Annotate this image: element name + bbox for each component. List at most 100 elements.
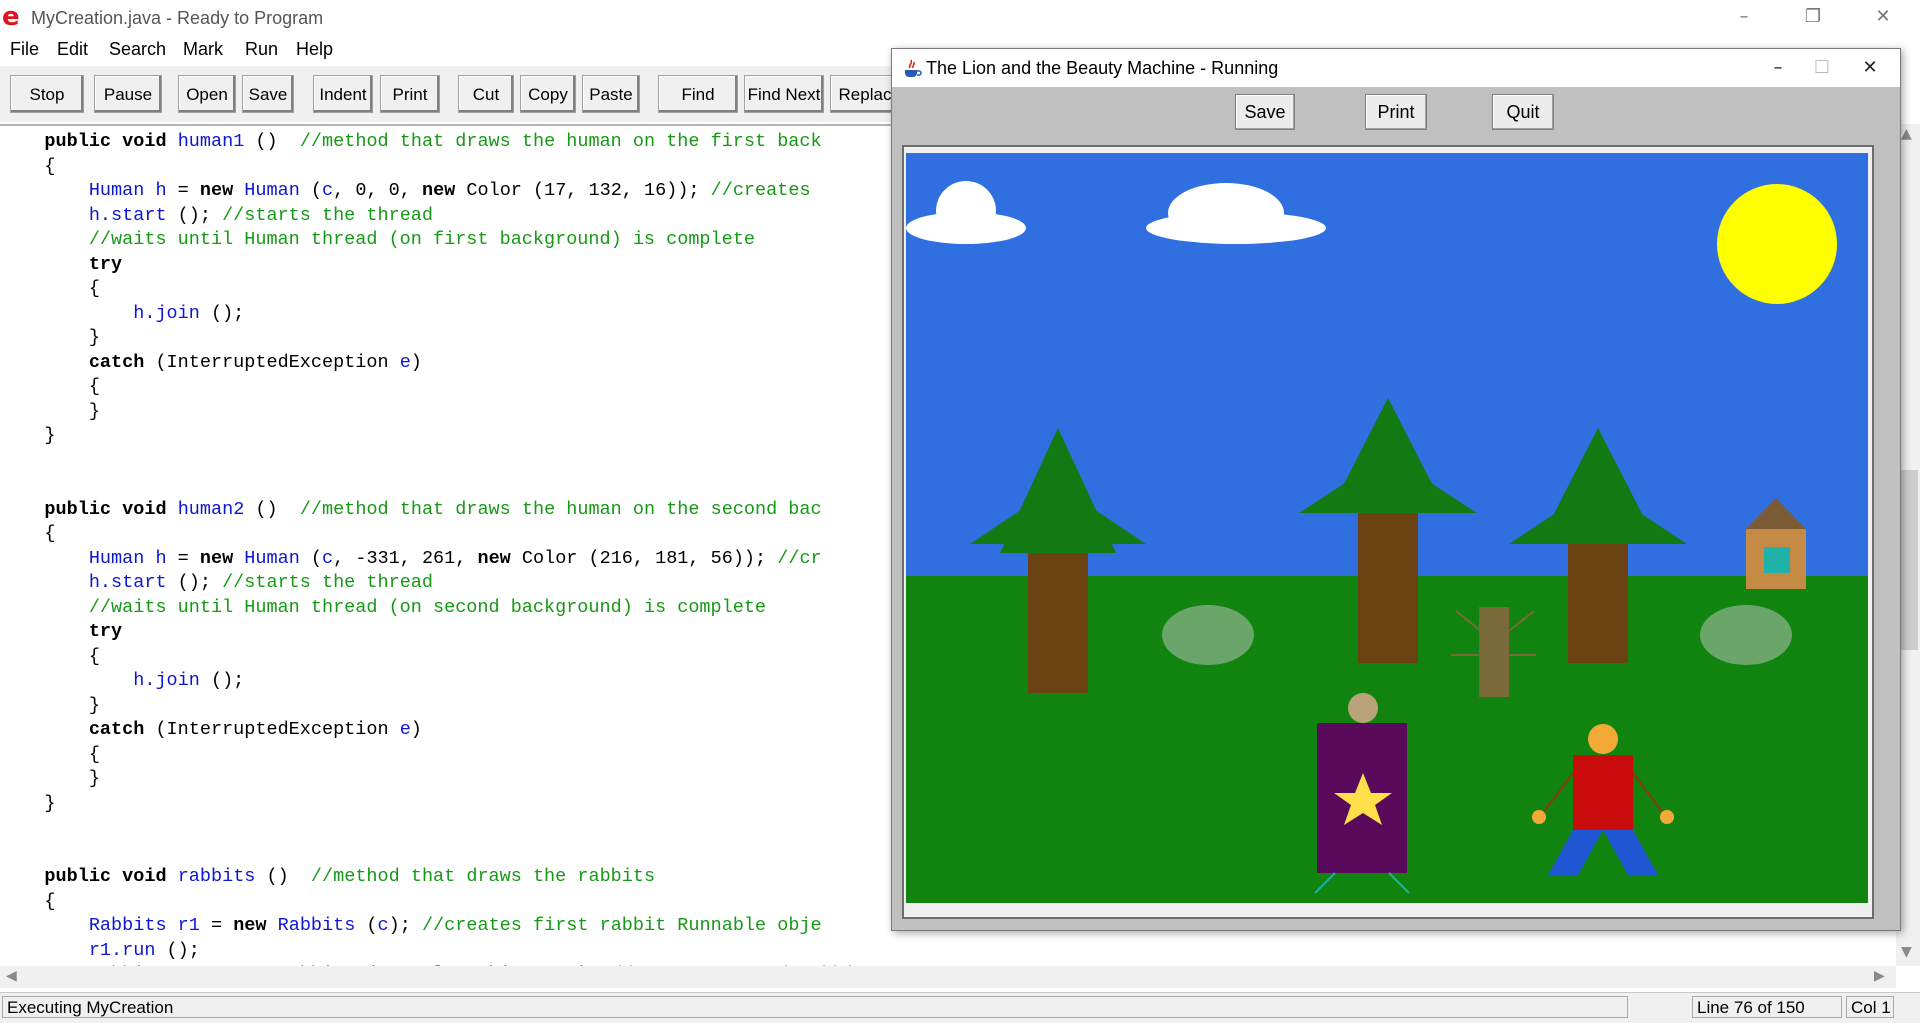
code-keyword: try [88, 253, 123, 275]
code-comment: //waits until Human thread (on second ba… [88, 596, 767, 618]
minimize-button[interactable]: – [1714, 0, 1774, 34]
code-identifier: r1 [177, 915, 200, 936]
print-button[interactable]: Print [380, 75, 440, 113]
code-line[interactable]: Human h = new Human (c, 0, 0, new Color … [0, 179, 811, 203]
code-line[interactable]: { [0, 522, 56, 546]
code-identifier: Human [88, 180, 145, 201]
code-line[interactable]: h.start (); //starts the thread [0, 204, 433, 228]
code-line[interactable]: } [0, 400, 100, 424]
code-identifier: Human [88, 547, 145, 569]
menu-file[interactable]: File [10, 39, 39, 60]
code-line[interactable]: public void human1 () //method that draw… [0, 130, 821, 154]
code-line[interactable]: { [0, 645, 100, 669]
applet-close-button[interactable]: ✕ [1842, 49, 1898, 87]
code-line[interactable]: } [0, 326, 100, 350]
code-line[interactable]: h.join (); [0, 669, 244, 693]
menu-edit[interactable]: Edit [57, 39, 88, 60]
code-keyword: new [199, 547, 234, 569]
stop-button[interactable]: Stop [10, 75, 84, 113]
code-line[interactable]: try [0, 253, 122, 277]
paste-button[interactable]: Paste [582, 75, 640, 113]
code-text: } [0, 400, 100, 422]
scroll-right-arrow-icon[interactable]: ▶ [1874, 968, 1885, 984]
applet-quit-button[interactable]: Quit [1492, 94, 1554, 130]
code-identifier: Rabbits [277, 915, 356, 936]
code-line[interactable]: } [0, 424, 56, 448]
code-line[interactable]: { [0, 277, 100, 301]
close-button[interactable]: ✕ [1853, 0, 1913, 34]
code-line[interactable]: { [0, 155, 55, 179]
code-line[interactable]: h.start (); //starts the thread [0, 571, 433, 595]
code-text: ) [410, 719, 422, 740]
code-line[interactable]: //waits until Human thread (on second ba… [0, 596, 766, 620]
menu-help[interactable]: Help [296, 39, 333, 60]
code-text: = [166, 180, 200, 201]
applet-window[interactable]: The Lion and the Beauty Machine - Runnin… [891, 48, 1901, 931]
code-line[interactable]: { [0, 743, 100, 767]
code-line[interactable]: { [0, 375, 100, 399]
code-keyword: catch [88, 351, 145, 373]
code-text: (); [166, 204, 223, 226]
pause-button[interactable]: Pause [94, 75, 162, 113]
code-editor[interactable]: public void human1 () //method that draw… [0, 124, 900, 968]
code-line[interactable]: } [0, 792, 55, 816]
code-line[interactable]: public void human2 () //method that draw… [0, 498, 822, 522]
horizontal-scrollbar[interactable]: ◀ ▶ [0, 966, 1896, 988]
code-text: Color (216, 181, 56)); [510, 547, 778, 569]
code-line[interactable]: Human h = new Human (c, -331, 261, new C… [0, 547, 822, 571]
code-keyword: void [122, 131, 167, 152]
code-text: { [0, 523, 56, 544]
code-identifier: c [377, 915, 389, 936]
scroll-left-arrow-icon[interactable]: ◀ [6, 968, 17, 984]
status-column: Col 1 [1846, 996, 1894, 1018]
applet-save-button[interactable]: Save [1235, 94, 1295, 130]
code-keyword: new [421, 180, 456, 201]
code-line[interactable]: Rabbits r1 = new Rabbits (c); //creates … [0, 914, 822, 938]
code-line[interactable]: try [0, 620, 122, 644]
code-line[interactable]: r1.run (); [0, 939, 200, 963]
restore-button[interactable]: ❐ [1783, 0, 1843, 34]
code-line[interactable]: h.join (); [0, 302, 244, 326]
scroll-down-arrow-icon[interactable]: ▼ [1901, 944, 1912, 960]
code-line[interactable]: catch (InterruptedException e) [0, 718, 422, 742]
code-text: { [0, 645, 100, 667]
code-line[interactable]: } [0, 694, 100, 718]
indent-button[interactable]: Indent [313, 75, 373, 113]
replace-button[interactable]: Replac [830, 75, 900, 113]
open-button[interactable]: Open [178, 75, 236, 113]
menu-search[interactable]: Search [109, 39, 166, 60]
code-text: } [0, 694, 100, 716]
window-title: MyCreation.java - Ready to Program [31, 8, 324, 28]
code-comment: //method that draws the human on the sec… [299, 498, 822, 520]
code-keyword: public [44, 866, 112, 887]
find-button[interactable]: Find [658, 75, 738, 113]
applet-title: The Lion and the Beauty Machine - Runnin… [926, 58, 1279, 78]
find-next-button[interactable]: Find Next [744, 75, 824, 113]
code-keyword: new [233, 915, 267, 936]
code-line[interactable]: public void rabbits () //method that dra… [0, 865, 655, 889]
applet-print-button[interactable]: Print [1365, 94, 1427, 130]
menu-mark[interactable]: Mark [183, 39, 223, 60]
code-comment: //cr [777, 547, 822, 569]
cut-button[interactable]: Cut [458, 75, 514, 113]
code-line[interactable]: { [0, 890, 55, 914]
scroll-up-arrow-icon[interactable]: ▲ [1901, 126, 1912, 142]
code-identifier: c [322, 547, 334, 569]
vertical-scroll-thumb[interactable] [1898, 470, 1918, 650]
code-line[interactable]: //waits until Human thread (on first bac… [0, 228, 755, 252]
code-line[interactable]: catch (InterruptedException e) [0, 351, 422, 375]
save-button[interactable]: Save [242, 75, 294, 113]
copy-button[interactable]: Copy [520, 75, 576, 113]
code-text: } [0, 425, 56, 446]
code-line[interactable]: } [0, 767, 100, 791]
code-text: ) [410, 351, 422, 373]
code-identifier: h.join [133, 670, 200, 691]
code-text: } [0, 768, 100, 789]
menu-run[interactable]: Run [245, 39, 278, 60]
